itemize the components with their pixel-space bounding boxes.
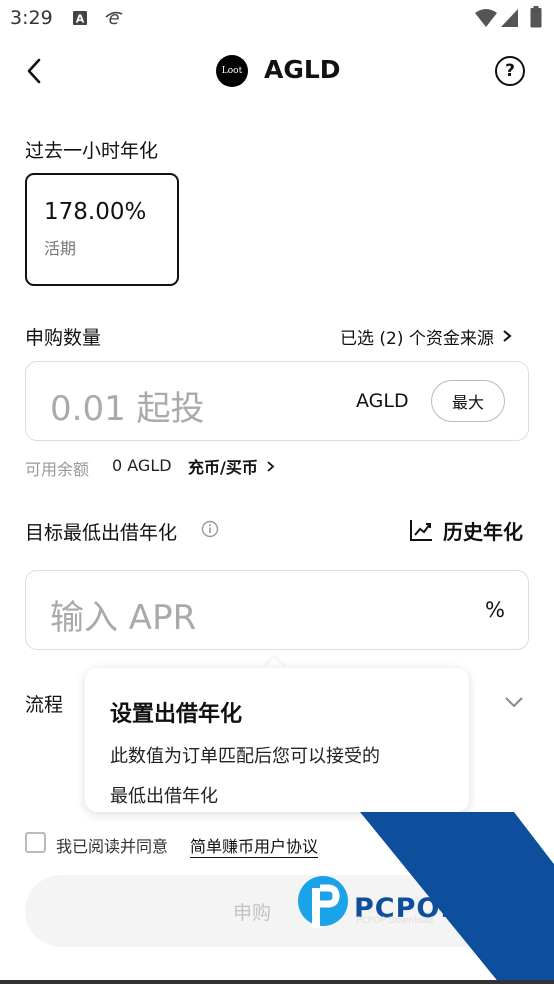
page-title: AGLD [264, 55, 341, 84]
watermark-logo: PCPOP下载 PCPOP Download [298, 876, 550, 936]
wifi-icon [474, 8, 498, 28]
info-icon[interactable] [201, 520, 219, 538]
watermark-sub: PCPOP Download [356, 916, 434, 926]
funding-sources-link[interactable]: 已选 (2) 个资金来源 [340, 324, 512, 349]
tooltip-body-line1: 此数值为订单匹配后您可以接受的 [110, 746, 380, 767]
chevron-down-icon[interactable] [503, 694, 525, 710]
deposit-buy-text: 充币/买币 [188, 458, 258, 477]
available-balance-value: 0 AGLD [112, 456, 172, 475]
agreement-text: 我已阅读并同意 [56, 837, 169, 856]
apr-subtitle: 活期 [44, 239, 77, 258]
trend-chart-icon [410, 520, 432, 541]
amount-currency: AGLD [356, 390, 409, 412]
status-time: 3:29 [10, 7, 53, 29]
apr-tooltip: 设置出借年化 此数值为订单匹配后您可以接受的 最低出借年化 [85, 668, 469, 812]
funding-sources-text: 已选 (2) 个资金来源 [340, 328, 494, 349]
token-logo: Loot [216, 55, 248, 87]
status-bar: 3:29 A e [0, 0, 554, 38]
home-indicator [0, 980, 554, 984]
question-circle-icon[interactable]: ? [495, 56, 525, 86]
signal-icon [500, 8, 520, 28]
apr-input[interactable]: 输入 APR [50, 590, 196, 639]
available-balance-label: 可用余额 [25, 460, 90, 479]
amount-input-box[interactable]: 0.01 起投 AGLD 最大 [25, 361, 529, 441]
chevron-right-icon [503, 330, 512, 342]
back-arrow-icon[interactable] [24, 58, 46, 84]
svg-text:e: e [108, 8, 119, 28]
subscribe-button-label: 申购 [232, 901, 271, 924]
max-button[interactable]: 最大 [431, 380, 505, 422]
browser-e-icon: e [104, 8, 124, 29]
tooltip-title: 设置出借年化 [110, 702, 243, 727]
target-apr-label: 目标最低出借年化 [25, 522, 178, 544]
deposit-buy-link[interactable]: 充币/买币 [188, 455, 275, 477]
watermark-p-icon [298, 876, 348, 928]
apr-section-label: 过去一小时年化 [25, 140, 159, 162]
agreement-link[interactable]: 简单赚币用户协议 [190, 833, 319, 858]
history-apr-link[interactable]: 历史年化 [409, 515, 523, 545]
agreement-checkbox[interactable] [25, 832, 46, 853]
subscribe-label: 申购数量 [25, 327, 102, 349]
apr-value: 178.00% [44, 199, 147, 225]
chevron-right-icon [267, 460, 275, 472]
amount-input[interactable]: 0.01 起投 [50, 381, 205, 430]
battery-icon [530, 6, 542, 28]
apr-unit: % [485, 598, 505, 622]
apr-card[interactable]: 178.00% 活期 [25, 173, 179, 286]
history-apr-label: 历史年化 [443, 519, 523, 544]
tooltip-body-line2: 最低出借年化 [110, 786, 218, 807]
svg-text:A: A [76, 13, 85, 26]
process-label: 流程 [25, 694, 64, 716]
notification-a-icon: A [72, 10, 88, 26]
apr-input-box[interactable]: 输入 APR % [25, 570, 529, 650]
